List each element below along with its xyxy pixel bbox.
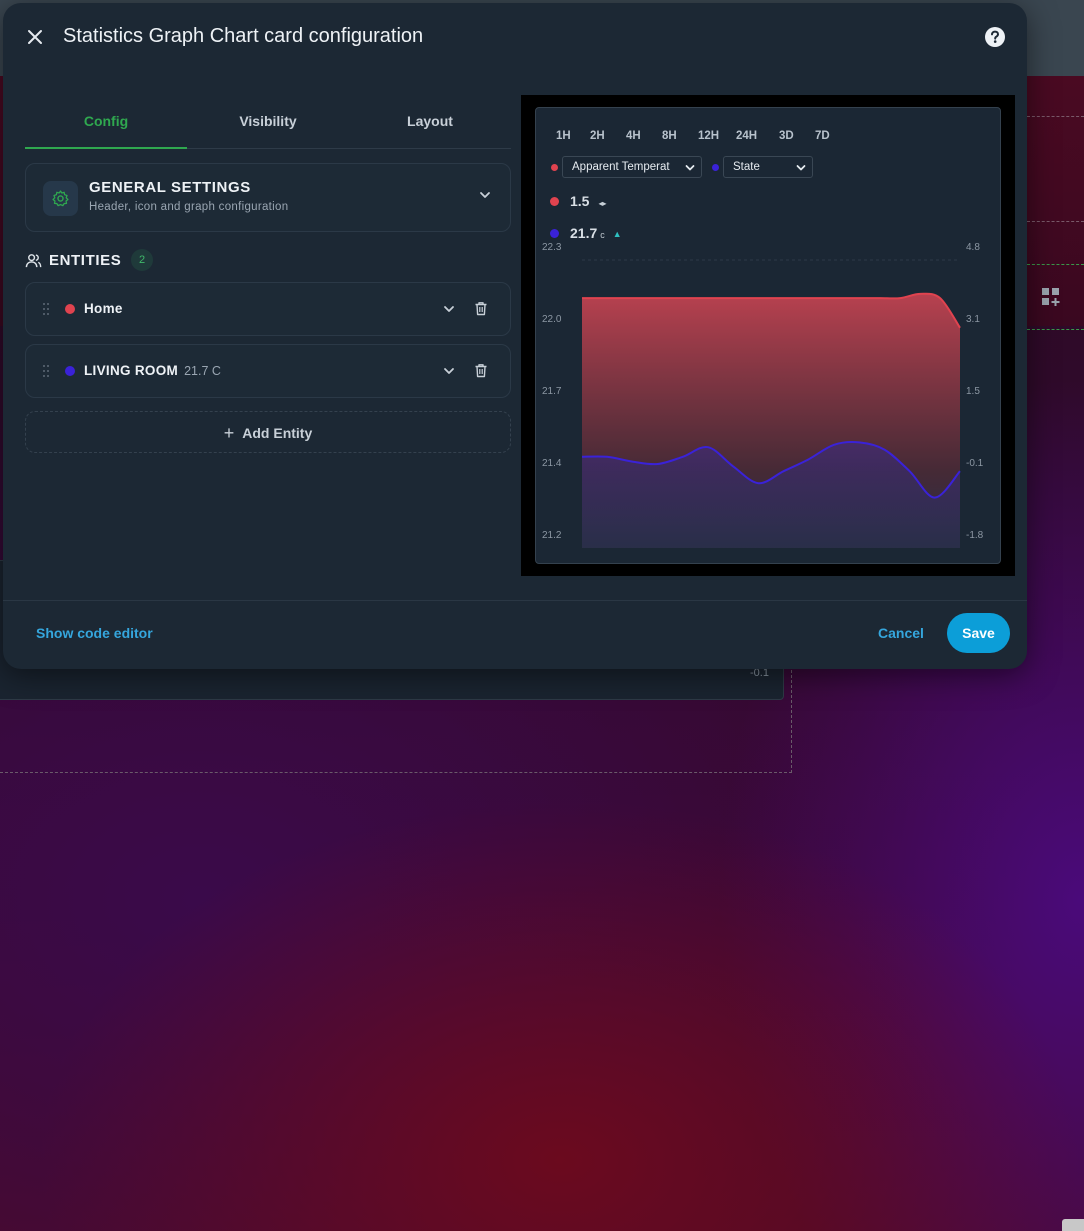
dialog-title: Statistics Graph Chart card configuratio… bbox=[63, 25, 424, 47]
trash-icon[interactable] bbox=[474, 301, 488, 321]
card-preview: 1H 2H 4H 8H 12H 24H 3D 7D Apparent Tempe… bbox=[521, 95, 1015, 576]
series-color-dot bbox=[712, 164, 719, 171]
add-card-icon[interactable] bbox=[1041, 287, 1061, 307]
general-settings-title: GENERAL SETTINGS bbox=[89, 179, 251, 196]
card-config-dialog: Statistics Graph Chart card configuratio… bbox=[3, 3, 1027, 669]
statistics-chart bbox=[581, 259, 961, 548]
entity-name: Home bbox=[84, 301, 123, 316]
attribute-select[interactable]: Apparent Temperat bbox=[562, 156, 702, 178]
dialog-header: Statistics Graph Chart card configuratio… bbox=[3, 3, 1027, 73]
entity-row-living-room[interactable]: LIVING ROOM 21.7 C bbox=[25, 344, 511, 398]
help-circle-icon[interactable] bbox=[984, 26, 1006, 48]
dashboard-corner-element bbox=[1062, 1219, 1084, 1231]
entity-value: 21.7 C bbox=[184, 364, 221, 378]
entities-count-badge: 2 bbox=[131, 249, 153, 271]
statistics-graph-card: 1H 2H 4H 8H 12H 24H 3D 7D Apparent Tempe… bbox=[535, 107, 1001, 564]
tab-config[interactable]: Config bbox=[25, 99, 187, 149]
chevron-down-icon[interactable] bbox=[442, 302, 456, 321]
entity-row-home[interactable]: Home bbox=[25, 282, 511, 336]
legend-value: 21.7 c ▲ bbox=[570, 225, 622, 241]
save-button[interactable]: Save bbox=[947, 613, 1010, 653]
chevron-down-icon[interactable] bbox=[478, 188, 492, 207]
range-12h[interactable]: 12H bbox=[698, 130, 719, 142]
legend-value: 1.5 ◂▸ bbox=[570, 193, 607, 209]
dialog-footer: Show code editor Cancel Save bbox=[3, 600, 1027, 669]
add-entity-button[interactable]: + Add Entity bbox=[25, 411, 511, 453]
range-8h[interactable]: 8H bbox=[662, 130, 677, 142]
series-color-dot bbox=[551, 164, 558, 171]
tab-layout[interactable]: Layout bbox=[349, 99, 511, 149]
entity-color-dot bbox=[65, 366, 75, 376]
entities-title: ENTITIES bbox=[49, 252, 122, 269]
drag-handle-icon[interactable] bbox=[42, 302, 50, 321]
range-1h[interactable]: 1H bbox=[556, 130, 571, 142]
entity-name: LIVING ROOM 21.7 C bbox=[84, 363, 221, 378]
legend-unit: c bbox=[600, 230, 605, 240]
gear-icon bbox=[43, 181, 78, 216]
range-2h[interactable]: 2H bbox=[590, 130, 605, 142]
tab-visibility[interactable]: Visibility bbox=[187, 99, 349, 149]
dashboard-drop-zone bbox=[0, 660, 792, 773]
chevron-down-icon bbox=[796, 165, 806, 171]
cancel-button[interactable]: Cancel bbox=[878, 625, 924, 641]
legend-color-dot bbox=[550, 197, 559, 206]
config-tabs: Config Visibility Layout bbox=[25, 99, 511, 149]
range-7d[interactable]: 7D bbox=[815, 130, 830, 142]
chevron-down-icon[interactable] bbox=[442, 364, 456, 383]
close-icon[interactable] bbox=[23, 25, 47, 49]
range-3d[interactable]: 3D bbox=[779, 130, 794, 142]
drag-handle-icon[interactable] bbox=[42, 364, 50, 383]
legend-color-dot bbox=[550, 229, 559, 238]
add-entity-label: Add Entity bbox=[242, 425, 313, 441]
trash-icon[interactable] bbox=[474, 363, 488, 383]
trend-neutral-icon: ◂▸ bbox=[598, 199, 607, 208]
dashboard-drop-zone bbox=[1027, 116, 1084, 222]
range-24h[interactable]: 24H bbox=[736, 130, 757, 142]
plus-icon: + bbox=[223, 423, 235, 443]
show-code-editor-button[interactable]: Show code editor bbox=[36, 625, 153, 641]
entity-color-dot bbox=[65, 304, 75, 314]
general-settings-panel[interactable]: GENERAL SETTINGS Header, icon and graph … bbox=[25, 163, 511, 232]
chevron-down-icon bbox=[685, 165, 695, 171]
range-4h[interactable]: 4H bbox=[626, 130, 641, 142]
users-icon bbox=[25, 252, 42, 274]
trend-up-icon: ▲ bbox=[612, 229, 622, 239]
attribute-select[interactable]: State bbox=[723, 156, 813, 178]
general-settings-subtitle: Header, icon and graph configuration bbox=[89, 201, 289, 213]
